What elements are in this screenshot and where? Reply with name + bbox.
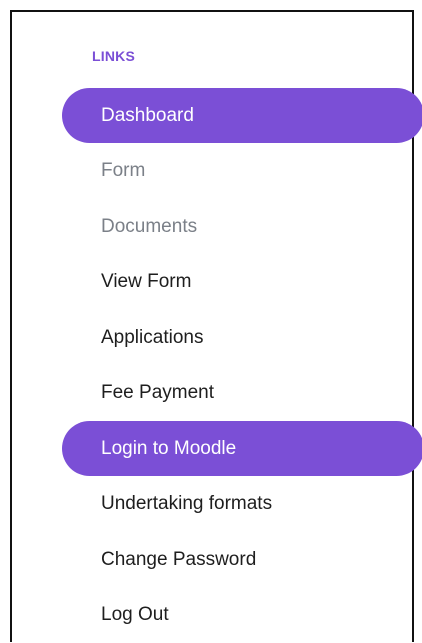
section-title-links: LINKS [92, 48, 135, 64]
sidebar-item-undertaking-formats[interactable]: Undertaking formats [62, 477, 422, 533]
sidebar-item-documents[interactable]: Documents [62, 199, 422, 255]
sidebar-item-log-out[interactable]: Log Out [62, 588, 422, 643]
sidebar-item-label: Documents [62, 216, 197, 238]
sidebar-item-label: Fee Payment [62, 382, 214, 404]
sidebar-item-change-password[interactable]: Change Password [62, 532, 422, 588]
sidebar-item-fee-payment[interactable]: Fee Payment [62, 366, 422, 422]
sidebar-item-label: Login to Moodle [62, 438, 236, 460]
sidebar-item-label: Log Out [62, 604, 169, 626]
sidebar-nav: Dashboard Form Documents View Form Appli… [62, 88, 422, 643]
sidebar-item-login-to-moodle[interactable]: Login to Moodle [62, 421, 422, 477]
sidebar-item-label: Change Password [62, 549, 256, 571]
sidebar-item-form[interactable]: Form [62, 144, 422, 200]
sidebar-item-view-form[interactable]: View Form [62, 255, 422, 311]
sidebar-panel: LINKS Dashboard Form Documents View Form… [10, 10, 414, 642]
sidebar-item-applications[interactable]: Applications [62, 310, 422, 366]
sidebar-item-label: Form [62, 160, 145, 182]
sidebar-item-label: Applications [62, 327, 203, 349]
sidebar-item-dashboard[interactable]: Dashboard [62, 88, 422, 144]
sidebar-item-label: Dashboard [62, 105, 194, 127]
sidebar-item-label: Undertaking formats [62, 493, 272, 515]
sidebar-item-label: View Form [62, 271, 191, 293]
